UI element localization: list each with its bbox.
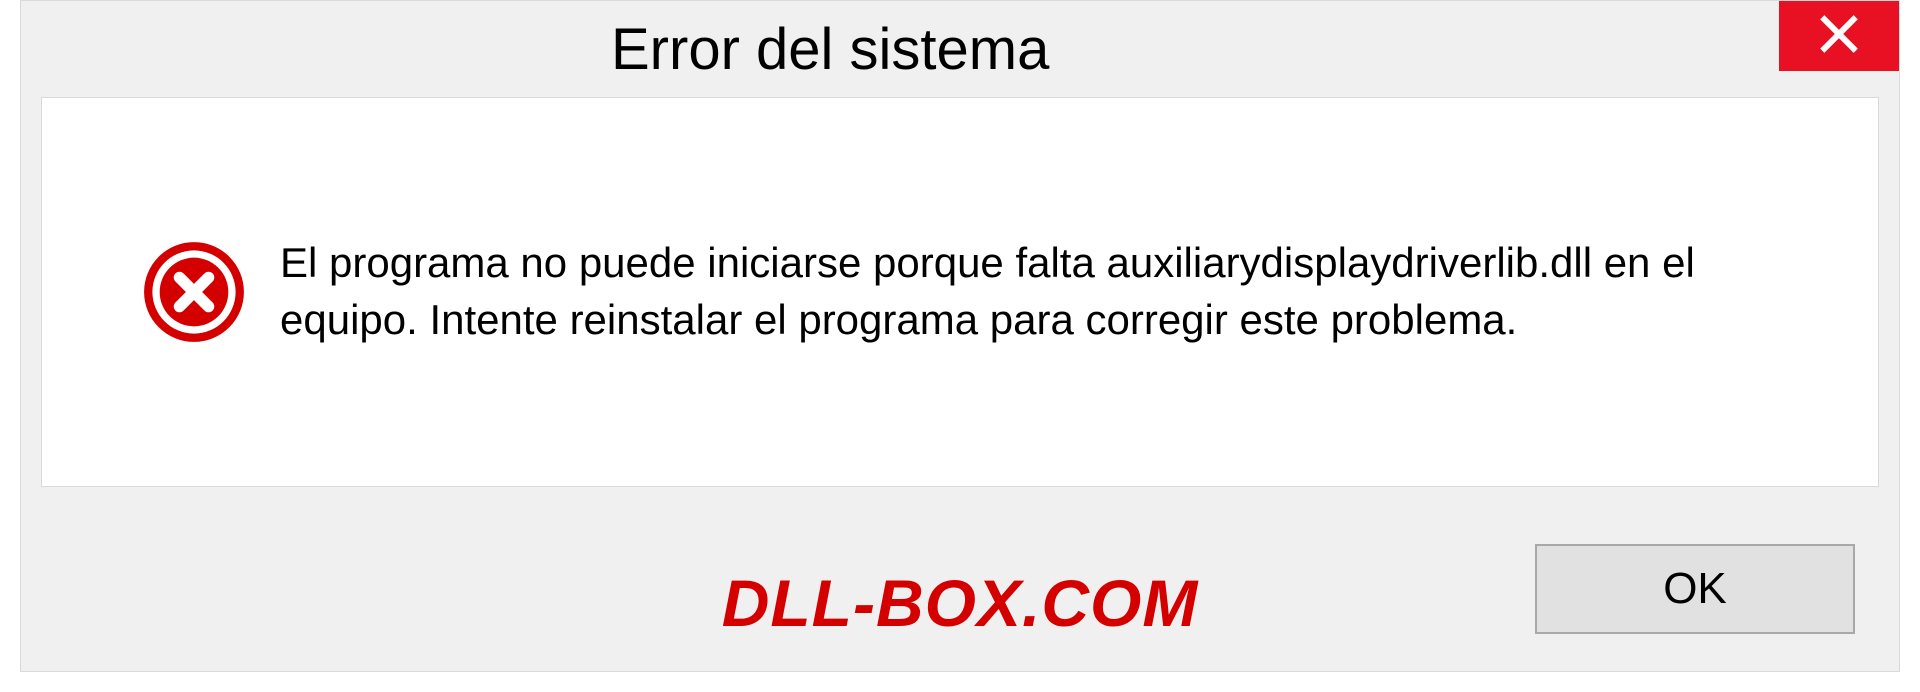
ok-button[interactable]: OK bbox=[1535, 544, 1855, 634]
close-button[interactable] bbox=[1779, 1, 1899, 71]
dialog-content: El programa no puede iniciarse porque fa… bbox=[41, 97, 1879, 487]
error-dialog: Error del sistema El programa no puede i… bbox=[20, 0, 1900, 672]
dialog-title: Error del sistema bbox=[611, 16, 1049, 83]
close-icon bbox=[1817, 12, 1861, 61]
ok-button-label: OK bbox=[1663, 564, 1727, 614]
error-message: El programa no puede iniciarse porque fa… bbox=[280, 235, 1760, 348]
dialog-titlebar: Error del sistema bbox=[21, 1, 1899, 97]
error-icon bbox=[142, 240, 246, 344]
dialog-footer: DLL-BOX.COM OK bbox=[21, 529, 1899, 649]
watermark-text: DLL-BOX.COM bbox=[722, 565, 1199, 641]
